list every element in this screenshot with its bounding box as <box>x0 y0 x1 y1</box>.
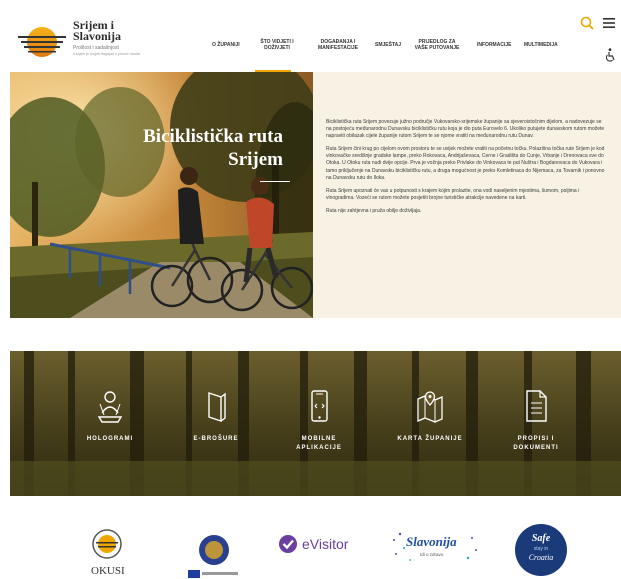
service-label-line2: DOKUMENTI <box>513 445 559 451</box>
sun-logo-icon <box>18 27 66 57</box>
partner-okusi[interactable]: OKUSI <box>82 528 132 578</box>
map-icon <box>417 391 443 423</box>
safe-croatia-label: Croatia <box>528 553 554 562</box>
partner-evisitor[interactable]: eVisitor <box>278 532 378 556</box>
slavonija-label: Slavonija <box>406 534 457 549</box>
hologram-icon <box>97 391 123 423</box>
hero-section: Biciklistička ruta Srijem Biciklistička … <box>10 72 621 318</box>
service-regulations[interactable]: PROPISI I DOKUMENTI <box>488 389 584 453</box>
evisitor-label: eVisitor <box>302 536 349 552</box>
nav-item-o-zupaniji[interactable]: O ŽUPANIJI <box>212 42 240 48</box>
hamburger-menu-icon[interactable] <box>603 18 615 28</box>
mobile-app-icon <box>311 390 328 422</box>
site-header: Srijem i Slavonija Prošlost i sadašnjost… <box>0 0 621 72</box>
service-holograms[interactable]: HOLOGRAMI <box>62 389 158 444</box>
brand-tagline: u kojem je čovjek tragajući u prirodi i … <box>73 52 141 56</box>
brochure-icon <box>208 392 226 422</box>
nav-item-sto-vidjeti[interactable]: ŠTO VIDJETI I DOŽIVJETI <box>258 39 296 51</box>
service-label-line2: APLIKACIJE <box>296 445 342 451</box>
service-label: KARTA ŽUPANIJE <box>397 436 463 442</box>
brand-title: Srijem i Slavonija <box>73 19 122 43</box>
nav-item-informacije[interactable]: INFORMACIJE <box>477 42 511 48</box>
safe-stay-label: stay in <box>533 546 549 552</box>
nav-item-multimedija[interactable]: MULTIMEDIJA <box>524 42 558 48</box>
nav-item-prijedlog[interactable]: PRIJEDLOG ZA VAŠE PUTOVANJE <box>414 39 460 51</box>
safe-label: Safe <box>531 533 551 544</box>
nav-item-smjestaj[interactable]: SMJEŠTAJ <box>375 42 401 48</box>
hero-paragraph: Ruta Srijem čini krug po cijelom ovom pr… <box>326 146 605 181</box>
hero-title: Biciklistička ruta Srijem <box>20 125 283 171</box>
accessibility-icon[interactable] <box>604 48 616 62</box>
hero-paragraph: Biciklistička ruta Srijem povezuje južno… <box>326 119 605 140</box>
service-label: E-BROŠURE <box>193 436 239 442</box>
service-label: HOLOGRAMI <box>86 436 134 442</box>
search-icon[interactable] <box>580 16 594 30</box>
nav-item-dogadanja[interactable]: DOGAĐANJA I MANIFESTACIJE <box>316 39 360 51</box>
site-logo[interactable]: Srijem i Slavonija Prošlost i sadašnjost… <box>18 19 140 66</box>
hero-description: Biciklistička ruta Srijem povezuje južno… <box>326 119 606 221</box>
service-label-line1: MOBILNE <box>301 436 337 442</box>
partner-logos: OKUSI eVisitor Slavonija Idi u zdravo Sa… <box>10 510 621 579</box>
hero-title-line2: Srijem <box>228 149 283 170</box>
service-label: PROPISI I DOKUMENTI <box>488 435 584 453</box>
partner-safe-stay-croatia[interactable]: Safe stay in Croatia <box>515 524 567 576</box>
slavonija-sub-label: Idi u zdravo <box>420 552 444 557</box>
service-e-brochures[interactable]: E-BROŠURE <box>168 389 264 444</box>
hero-cyclists-photo: Biciklistička ruta Srijem <box>10 72 313 318</box>
hero-paragraph: Ruta nije zahtjevna i pruža obilje doživ… <box>326 207 422 214</box>
eu-project-logo-icon <box>188 535 238 578</box>
hero-title-line1: Biciklistička ruta <box>143 126 283 147</box>
service-label-line1: PROPISI I <box>517 436 555 442</box>
document-icon <box>526 390 547 422</box>
hero-photo-illustration <box>10 72 313 318</box>
service-mobile-apps[interactable]: MOBILNE APLIKACIJE <box>271 389 367 453</box>
okusi-logo-icon <box>92 529 122 559</box>
services-band: HOLOGRAMI E-BROŠURE MOBILNE APLIKACIJE K… <box>10 351 621 496</box>
brand-title-line2: Slavonija <box>73 29 122 43</box>
partner-slavonija[interactable]: Slavonija Idi u zdravo <box>390 530 480 566</box>
partner-eu-project[interactable] <box>188 532 240 578</box>
service-label: MOBILNE APLIKACIJE <box>271 435 367 453</box>
okusi-label: OKUSI <box>91 565 125 577</box>
hero-title-underline <box>260 181 290 182</box>
service-county-map[interactable]: KARTA ŽUPANIJE <box>382 389 478 444</box>
evisitor-check-icon <box>279 535 297 553</box>
hero-paragraph: Ruta Srijem upoznati će vas u potpunosti… <box>326 187 580 201</box>
brand-subtitle: Prošlost i sadašnjost <box>73 45 119 51</box>
